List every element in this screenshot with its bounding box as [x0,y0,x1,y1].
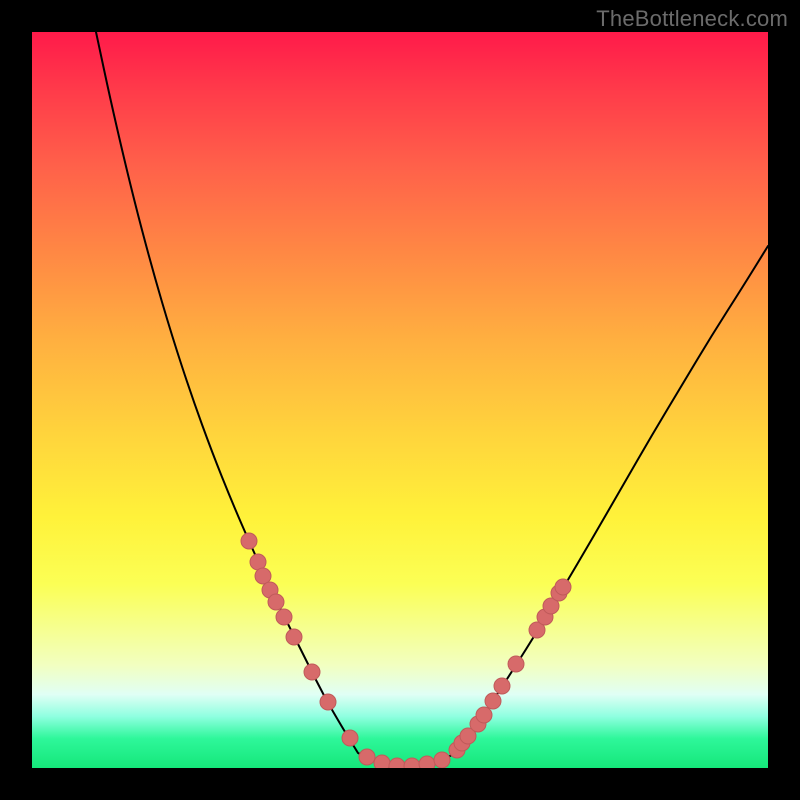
data-marker [320,694,336,710]
curve-layer [32,32,768,768]
data-marker [286,629,302,645]
data-marker [389,758,405,768]
data-marker [555,579,571,595]
data-marker [304,664,320,680]
bottleneck-curve [96,32,768,766]
data-marker [359,749,375,765]
plot-area [32,32,768,768]
data-marker [342,730,358,746]
data-marker [434,752,450,768]
data-marker [419,756,435,768]
data-marker [255,568,271,584]
data-marker [241,533,257,549]
chart-frame: TheBottleneck.com [0,0,800,800]
data-marker [374,755,390,768]
data-marker [485,693,501,709]
watermark-text: TheBottleneck.com [596,6,788,32]
data-marker [476,707,492,723]
data-marker [276,609,292,625]
data-marker [494,678,510,694]
data-marker [508,656,524,672]
data-marker [404,758,420,768]
data-marker [268,594,284,610]
marker-group [241,533,571,768]
